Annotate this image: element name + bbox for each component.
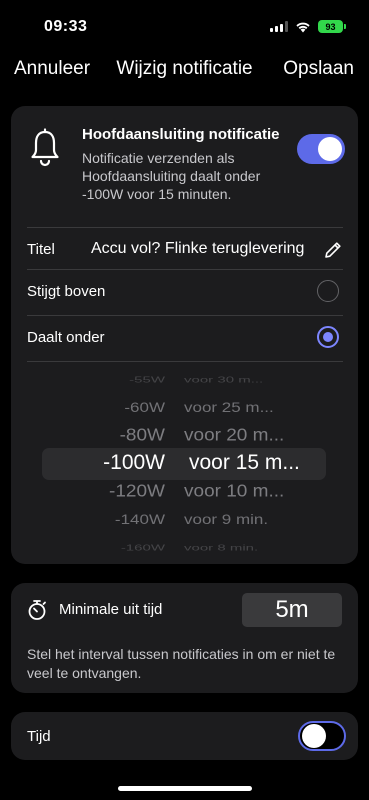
- picker-duration-value: voor 25 m...: [184, 399, 274, 416]
- min-off-time-card: Minimale uit tijd 5m Stel het interval t…: [11, 583, 358, 693]
- battery-icon: 93: [318, 20, 346, 33]
- home-indicator: [118, 786, 252, 791]
- nav-bar: Wijzig notificatie Annuleer Opslaan: [0, 58, 369, 84]
- time-label: Tijd: [27, 728, 51, 745]
- battery-level: 93: [325, 21, 336, 32]
- condition-below-radio[interactable]: [317, 326, 339, 348]
- picker-duration-value: voor 15 m...: [189, 451, 300, 475]
- time-card: Tijd: [11, 712, 358, 760]
- toggle-knob: [302, 724, 326, 748]
- save-button[interactable]: Opslaan: [283, 58, 354, 80]
- picker-item[interactable]: -120W voor 10 m...: [11, 482, 358, 503]
- condition-below-option[interactable]: Daalt onder: [27, 315, 343, 361]
- picker-duration-value: voor 20 m...: [184, 425, 285, 445]
- toggle-knob: [318, 137, 342, 161]
- picker-watt-value: -120W: [109, 481, 165, 501]
- time-toggle[interactable]: [298, 721, 346, 751]
- picker-item[interactable]: -80W voor 20 m...: [11, 426, 358, 447]
- picker-item[interactable]: -100W voor 15 m...: [11, 451, 358, 476]
- cancel-button[interactable]: Annuleer: [14, 58, 90, 80]
- wifi-icon: [296, 22, 310, 32]
- threshold-picker[interactable]: -55W voor 30 m... -60W voor 25 m... -80W voor…: [11, 368, 358, 553]
- bell-icon: [31, 128, 59, 167]
- picker-item[interactable]: -55W voor 30 m...: [11, 375, 358, 385]
- divider: [27, 361, 343, 362]
- title-label: Titel: [27, 241, 55, 258]
- picker-watt-value: -140W: [114, 511, 165, 528]
- notification-toggle[interactable]: [297, 134, 345, 164]
- notification-header: Hoofdaansluiting notificatie Notificatie…: [11, 106, 358, 226]
- min-off-time-description: Stel het interval tussen notificaties in…: [27, 646, 336, 681]
- title-field[interactable]: Titel Accu vol? Flinke teruglevering: [27, 227, 343, 273]
- picker-watt-value: -60W: [124, 399, 165, 416]
- title-value[interactable]: Accu vol? Flinke teruglevering: [91, 240, 304, 258]
- picker-watt-value: -100W: [103, 451, 165, 475]
- picker-item[interactable]: -160W voor 8 min.: [11, 543, 358, 553]
- picker-watt-value: -160W: [120, 543, 165, 553]
- picker-duration-value: voor 8 min.: [184, 543, 259, 553]
- condition-above-label: Stijgt boven: [27, 283, 106, 300]
- picker-watt-value: -55W: [129, 375, 165, 385]
- status-indicators: 93: [270, 20, 346, 33]
- picker-item[interactable]: -60W voor 25 m...: [11, 400, 358, 417]
- condition-above-option[interactable]: Stijgt boven: [27, 269, 343, 315]
- status-time: 09:33: [44, 18, 88, 35]
- status-bar: 09:33 93: [0, 0, 369, 52]
- picker-item[interactable]: -140W voor 9 min.: [11, 512, 358, 529]
- notification-card: Hoofdaansluiting notificatie Notificatie…: [11, 106, 358, 564]
- notification-title: Hoofdaansluiting notificatie: [82, 126, 280, 143]
- pencil-icon[interactable]: [323, 240, 343, 260]
- picker-duration-value: voor 10 m...: [184, 481, 285, 501]
- timer-icon: [28, 600, 46, 620]
- picker-watt-value: -80W: [119, 425, 165, 445]
- cellular-signal-icon: [270, 21, 288, 32]
- min-off-time-label: Minimale uit tijd: [59, 601, 163, 618]
- picker-duration-value: voor 9 min.: [184, 511, 269, 528]
- condition-above-radio[interactable]: [317, 280, 339, 302]
- picker-duration-value: voor 30 m...: [184, 375, 264, 385]
- notification-description: Notificatie verzenden als Hoofdaansluiti…: [82, 150, 261, 202]
- min-off-time-input[interactable]: 5m: [242, 593, 342, 627]
- condition-below-label: Daalt onder: [27, 329, 105, 346]
